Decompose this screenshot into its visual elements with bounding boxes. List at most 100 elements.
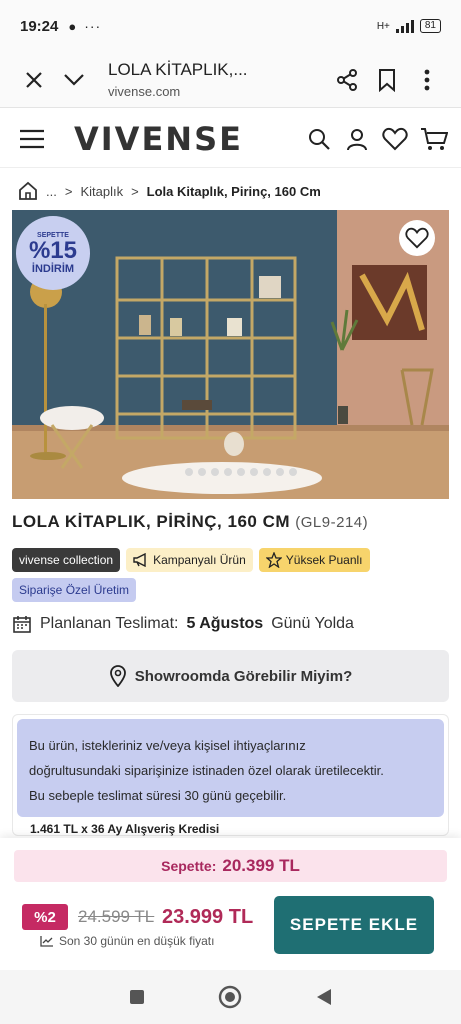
pager-dot[interactable] bbox=[224, 468, 232, 476]
overflow-menu-button[interactable] bbox=[407, 60, 447, 100]
discount-badge: SEPETTE %15 İNDİRİM bbox=[16, 216, 90, 290]
recents-button[interactable] bbox=[117, 977, 157, 1017]
share-button[interactable] bbox=[327, 60, 367, 100]
square-icon bbox=[129, 990, 144, 1004]
basket-price-banner: Sepette: 20.399 TL bbox=[14, 850, 447, 882]
lowest-price-text: Son 30 günün en düşük fiyatı bbox=[59, 934, 215, 948]
pager-dot[interactable] bbox=[276, 468, 284, 476]
tag-label: Yüksek Puanlı bbox=[285, 553, 363, 567]
menu-button[interactable] bbox=[12, 119, 52, 159]
site-header: VIVENSE bbox=[0, 110, 461, 168]
system-nav-bar bbox=[0, 970, 461, 1024]
add-to-favorites-button[interactable] bbox=[399, 220, 435, 256]
chevron-right-icon: > bbox=[131, 183, 139, 199]
close-icon bbox=[26, 71, 42, 88]
notice-line: Bu ürün, istekleriniz ve/veya kişisel ih… bbox=[29, 738, 306, 753]
network-type: H+ bbox=[376, 20, 390, 32]
badge-line2: %15 bbox=[28, 236, 78, 264]
home-icon[interactable] bbox=[18, 181, 38, 201]
notice-line: Bu sebeple teslimat süresi 30 günü geçeb… bbox=[29, 788, 287, 803]
heart-icon bbox=[405, 227, 429, 249]
tag-label: Siparişe Özel Üretim bbox=[19, 583, 130, 597]
pager-dot[interactable] bbox=[263, 468, 271, 476]
calendar-icon bbox=[13, 616, 31, 633]
heart-icon bbox=[382, 127, 408, 150]
favorites-button[interactable] bbox=[381, 119, 409, 159]
tag-made-to-order[interactable]: Siparişe Özel Üretim bbox=[12, 578, 137, 602]
pager-dot[interactable] bbox=[237, 468, 245, 476]
delivery-date: 5 Ağustos bbox=[186, 615, 264, 632]
cart-icon bbox=[421, 127, 448, 150]
chevron-down-icon bbox=[64, 73, 84, 86]
trend-chart-icon bbox=[40, 936, 53, 947]
status-bar: 19:24 ● ··· H+ 81 bbox=[0, 0, 461, 52]
tag-campaign[interactable]: Kampanyalı Ürün bbox=[126, 548, 253, 572]
browser-title[interactable]: LOLA KİTAPLIK,... vivense.com bbox=[94, 60, 327, 99]
pager-dot[interactable] bbox=[211, 468, 219, 476]
breadcrumb: ... > Kitaplık > Lola Kitaplık, Pirinç, … bbox=[18, 176, 448, 206]
basket-price-value: 20.399 TL bbox=[222, 856, 300, 875]
search-button[interactable] bbox=[305, 119, 333, 159]
price-panel: Sepette: 20.399 TL %2 24.599 TL 23.999 T… bbox=[0, 838, 461, 970]
location-pin-icon bbox=[109, 665, 126, 687]
showroom-label: Showroomda Görebilir Miyim? bbox=[134, 667, 353, 685]
basket-price-label: Sepette: bbox=[161, 858, 217, 874]
product-code: (GL9-214) bbox=[295, 514, 369, 531]
status-time: 19:24 bbox=[20, 17, 59, 35]
delivery-suffix: Günü Yolda bbox=[271, 615, 354, 632]
cart-button[interactable] bbox=[419, 119, 449, 159]
page-domain: vivense.com bbox=[108, 84, 181, 99]
discount-percent-badge: %2 bbox=[22, 904, 68, 930]
info-card: Bu ürün, istekleriniz ve/veya kişisel ih… bbox=[12, 714, 449, 836]
close-tab-button[interactable] bbox=[14, 60, 54, 100]
share-icon bbox=[337, 68, 357, 91]
site-logo[interactable]: VIVENSE bbox=[74, 120, 243, 158]
account-button[interactable] bbox=[343, 119, 371, 159]
search-icon bbox=[309, 128, 330, 150]
pager-dot[interactable] bbox=[289, 468, 297, 476]
breadcrumb-category[interactable]: Kitaplık bbox=[80, 184, 123, 199]
back-triangle-icon bbox=[317, 989, 332, 1005]
old-price: 24.599 TL bbox=[78, 907, 155, 926]
made-to-order-notice: Bu ürün, istekleriniz ve/veya kişisel ih… bbox=[17, 719, 444, 817]
tag-high-rating[interactable]: Yüksek Puanlı bbox=[258, 548, 370, 572]
status-indicators: H+ 81 bbox=[377, 19, 441, 33]
chevron-right-icon: > bbox=[64, 183, 73, 199]
hamburger-icon bbox=[20, 129, 44, 148]
lowest-price-note: Son 30 günün en düşük fiyatı bbox=[40, 934, 214, 948]
product-name: LOLA KİTAPLIK, PİRİNÇ, 160 CM bbox=[12, 512, 291, 531]
collapse-button[interactable] bbox=[54, 60, 94, 100]
signal-icon bbox=[395, 19, 414, 33]
megaphone-icon bbox=[133, 553, 146, 567]
bookmark-icon bbox=[379, 68, 395, 92]
showroom-button[interactable]: Showroomda Görebilir Miyim? bbox=[12, 650, 449, 702]
user-icon bbox=[347, 128, 367, 150]
badge-line3: İNDİRİM bbox=[31, 262, 75, 275]
add-to-cart-button[interactable]: SEPETE EKLE bbox=[274, 896, 434, 954]
credit-info[interactable]: 1.461 TL x 36 Ay Alışveriş Kredisi bbox=[30, 822, 219, 836]
star-icon bbox=[265, 552, 282, 568]
battery-icon: 81 bbox=[419, 19, 441, 33]
gallery-pager[interactable] bbox=[185, 468, 297, 476]
breadcrumb-ellipsis[interactable]: ... bbox=[46, 184, 57, 199]
bookmark-button[interactable] bbox=[367, 60, 407, 100]
product-tags: vivense collection Kampanyalı Ürün Yükse… bbox=[12, 548, 452, 602]
home-button[interactable] bbox=[210, 977, 250, 1017]
back-button[interactable] bbox=[304, 977, 344, 1017]
more-notifications-icon: ··· bbox=[84, 18, 102, 34]
browser-toolbar: LOLA KİTAPLIK,... vivense.com bbox=[0, 52, 461, 108]
circle-icon bbox=[219, 985, 242, 1009]
chat-notification-icon: ● bbox=[68, 18, 77, 34]
delivery-prefix: Planlanan Teslimat: bbox=[40, 615, 179, 632]
page-title: LOLA KİTAPLIK,... bbox=[108, 60, 248, 79]
tag-vivense-collection[interactable]: vivense collection bbox=[12, 548, 121, 572]
tag-label: Kampanyalı Ürün bbox=[153, 553, 246, 567]
tag-label: vivense collection bbox=[19, 553, 114, 567]
product-title: LOLA KİTAPLIK, PİRİNÇ, 160 CM (GL9-214) bbox=[12, 512, 452, 532]
pager-dot[interactable] bbox=[250, 468, 258, 476]
more-vertical-icon bbox=[424, 69, 430, 90]
header-actions bbox=[305, 119, 449, 159]
pager-dot[interactable] bbox=[185, 468, 193, 476]
pager-dot[interactable] bbox=[198, 468, 206, 476]
delivery-info: Planlanan Teslimat: 5 Ağustos Günü Yolda bbox=[12, 614, 354, 634]
